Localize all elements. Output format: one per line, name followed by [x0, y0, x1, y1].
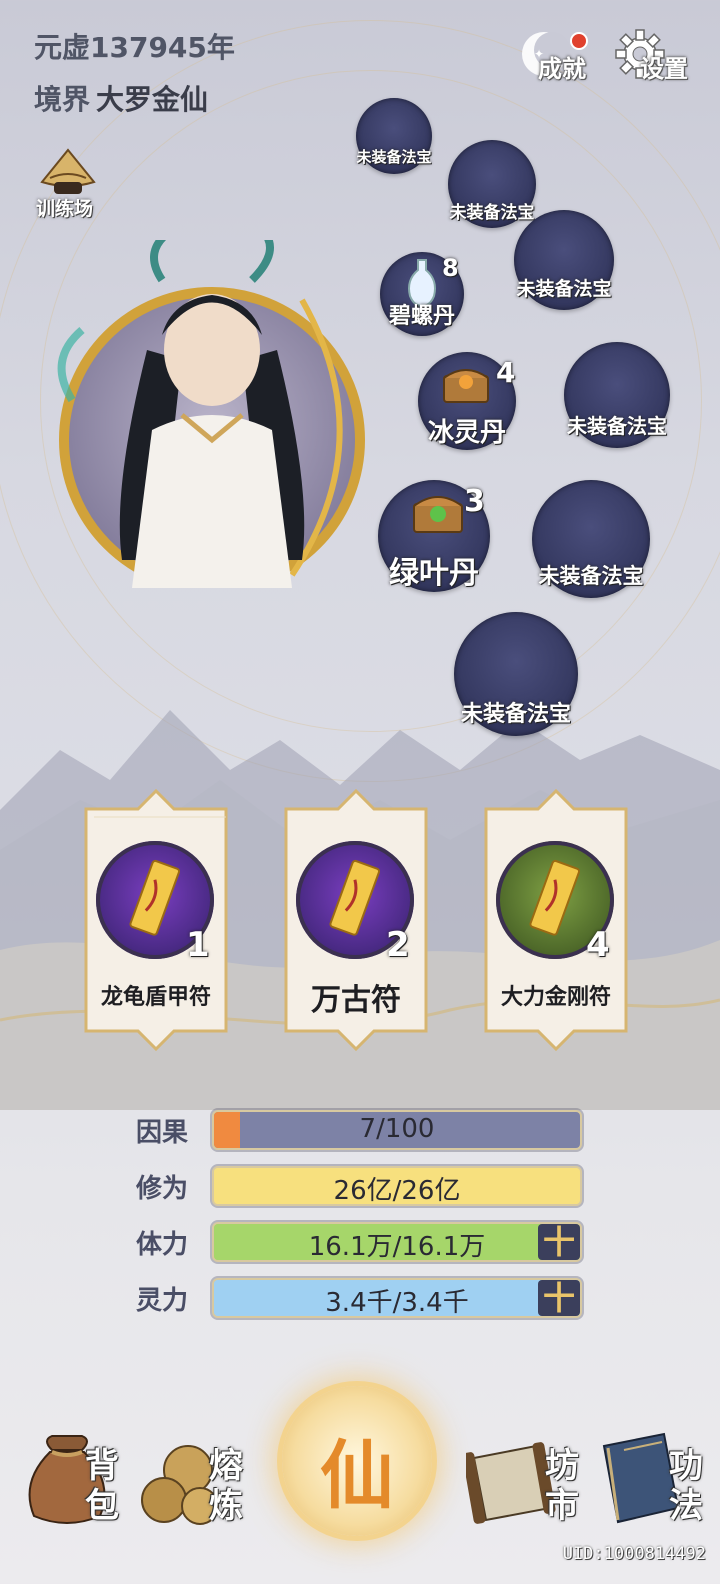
slot-count: 3 [464, 484, 485, 519]
nav-market-button[interactable]: 坊市 [466, 1430, 586, 1530]
settings-button[interactable]: 设置 [614, 28, 694, 84]
slot-label: 未装备法宝 [449, 203, 535, 223]
nav-immortal-label: 仙 [320, 1433, 394, 1519]
karma-value: 7/100 [359, 1114, 435, 1144]
slot-label: 未装备法宝 [356, 148, 432, 166]
straw-hat-icon [40, 148, 96, 194]
add-spirit-button[interactable]: 十 [538, 1280, 580, 1316]
artifact-slot-8[interactable]: 未装备法宝 [532, 480, 650, 598]
karma-bar: 7/100 [212, 1110, 582, 1150]
artifact-slot-7[interactable]: 3 绿叶丹 [378, 480, 490, 592]
artifact-slot-9[interactable]: 未装备法宝 [454, 612, 578, 736]
realm-info: 境界 大罗金仙 [34, 78, 208, 118]
realm-label: 境界 [34, 83, 91, 116]
artifact-slot-4[interactable]: 未装备法宝 [514, 210, 614, 310]
user-id: UID:1000814492 [562, 1544, 706, 1564]
artifact-slot-5[interactable]: 4 冰灵丹 [418, 352, 516, 450]
achievements-label: 成就 [538, 55, 586, 83]
plus-icon: 十 [542, 1279, 575, 1317]
spirit-bar: 3.4千/3.4千 [212, 1278, 582, 1318]
slot-label: 绿叶丹 [389, 556, 479, 591]
stamina-value: 16.1万/16.1万 [308, 1232, 486, 1262]
stamina-bar: 16.1万/16.1万 [212, 1222, 582, 1262]
talisman-name: 大力金刚符 [500, 985, 611, 1010]
settings-label: 设置 [640, 55, 688, 83]
stat-label-stamina: 体力 [136, 1230, 189, 1260]
plus-icon: 十 [542, 1223, 575, 1261]
talisman-card-2[interactable]: 2 万古符 [272, 785, 440, 1053]
nav-immortal-button[interactable]: 仙 [282, 1386, 432, 1536]
era-year: 元虚137945年 [34, 31, 235, 64]
slot-label: 未装备法宝 [460, 702, 571, 727]
talisman-card-3[interactable]: 4 大力金刚符 [472, 785, 640, 1053]
cultivation-bar: 26亿/26亿 [212, 1166, 582, 1206]
achievements-button[interactable]: ✦ 成就 [514, 28, 594, 84]
realm-value: 大罗金仙 [96, 83, 209, 116]
talisman-count: 4 [586, 925, 610, 965]
add-stamina-button[interactable]: 十 [538, 1224, 580, 1260]
talisman-card-1[interactable]: 1 龙龟盾甲符 [72, 785, 240, 1053]
treasure-chest-icon [443, 369, 489, 403]
artifact-slot-1[interactable]: 未装备法宝 [356, 98, 432, 174]
slot-count: 8 [442, 254, 459, 282]
character-portrait[interactable] [52, 240, 372, 588]
nav-skills-label: 功法 [669, 1446, 703, 1526]
talisman-count: 2 [386, 925, 410, 965]
training-ground-label: 训练场 [36, 198, 94, 220]
nav-market-label: 坊市 [545, 1446, 579, 1526]
nav-smelt-button[interactable]: 熔炼 [138, 1430, 258, 1530]
stat-label-karma: 因果 [136, 1118, 189, 1148]
nav-bag-button[interactable]: 背包 [22, 1430, 132, 1530]
slot-label: 未装备法宝 [567, 414, 667, 438]
artifact-slot-2[interactable]: 未装备法宝 [448, 140, 536, 228]
artifact-slot-3[interactable]: 8 碧螺丹 [380, 252, 464, 336]
slot-count: 4 [496, 356, 516, 389]
talisman-name: 万古符 [311, 983, 401, 1018]
stat-label-cultivation: 修为 [136, 1174, 189, 1204]
notification-dot [570, 32, 588, 50]
artifact-slot-6[interactable]: 未装备法宝 [564, 342, 670, 448]
slot-label: 未装备法宝 [538, 564, 644, 588]
talisman-name: 龙龟盾甲符 [100, 985, 211, 1010]
treasure-chest-icon [413, 496, 463, 533]
nav-smelt-label: 熔炼 [209, 1446, 243, 1526]
spirit-value: 3.4千/3.4千 [325, 1288, 469, 1318]
training-ground-button[interactable]: 训练场 [30, 148, 110, 220]
talisman-count: 1 [186, 925, 210, 965]
stat-label-spirit: 灵力 [136, 1286, 189, 1316]
nav-skills-button[interactable]: 功法 [594, 1430, 714, 1530]
slot-label: 碧螺丹 [388, 304, 455, 329]
slot-label: 冰灵丹 [427, 418, 506, 448]
cultivation-value: 26亿/26亿 [333, 1176, 461, 1206]
nav-bag-label: 背包 [85, 1446, 119, 1526]
slot-label: 未装备法宝 [516, 278, 612, 300]
